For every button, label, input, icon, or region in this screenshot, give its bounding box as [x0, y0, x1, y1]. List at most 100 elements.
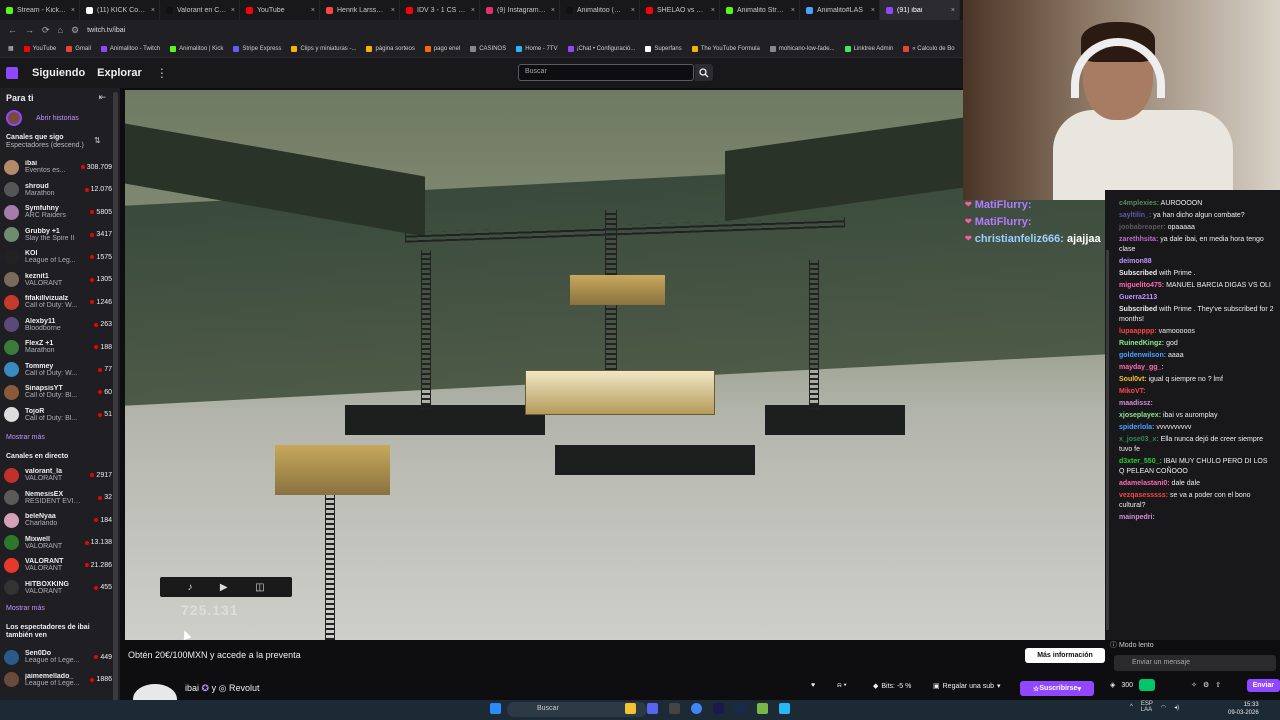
avatar[interactable]: [4, 159, 19, 175]
chat-username[interactable]: deimon88: [1119, 258, 1152, 265]
sidebar-item-live[interactable]: NemesisEX RESIDENT EVIL... 32: [4, 487, 116, 509]
sidebar-item-followed[interactable]: Tommey Call of Duty: W... 77: [4, 359, 116, 381]
bookmark-item[interactable]: ¡Chat • Configuració...: [567, 45, 635, 52]
close-icon[interactable]: ×: [951, 7, 955, 14]
browser-tab[interactable]: Animalito#LAS ×: [800, 0, 880, 20]
volume-icon[interactable]: ◂): [1174, 704, 1179, 711]
browser-tab[interactable]: YouTube ×: [240, 0, 320, 20]
sort-icon[interactable]: ⇅: [94, 136, 101, 145]
chat-username[interactable]: miguelito475:: [1119, 282, 1164, 289]
browser-tab[interactable]: Valorant en Chile ×: [160, 0, 240, 20]
chat-username[interactable]: spiderlola:: [1119, 424, 1154, 431]
chat-username[interactable]: Subscribed: [1119, 270, 1157, 277]
open-stories-link[interactable]: Abrir historias: [36, 115, 79, 122]
sidebar-item-followed[interactable]: ibai Eventos es... 308.709: [4, 156, 116, 178]
sidebar-item-live[interactable]: HITBOXKING VALORANT 455: [4, 577, 116, 599]
predictions-icon[interactable]: [1139, 679, 1156, 691]
chat-username[interactable]: maadissz:: [1119, 400, 1153, 407]
gift-sub-button[interactable]: ▣ Regalar una sub ▾: [933, 682, 1001, 691]
chat-username[interactable]: Soul0vt:: [1119, 376, 1147, 383]
sidebar-item-live[interactable]: beleNyaa Charlando 184: [4, 509, 116, 531]
avatar[interactable]: [4, 407, 19, 422]
bookmark-item[interactable]: Home - 7TV: [516, 45, 558, 52]
chat-username[interactable]: sayltilin_:: [1119, 212, 1151, 219]
notifications-icon[interactable]: ⍾ ▾: [837, 682, 847, 690]
sidebar-item-live[interactable]: VALORANT VALORANT 21.286: [4, 554, 116, 576]
bits-button[interactable]: ◆ Bits: -5 %: [873, 682, 911, 691]
app-icon[interactable]: [757, 703, 768, 714]
sidebar-item-followed[interactable]: shroud Marathon 12.076: [4, 179, 116, 201]
site-info-icon[interactable]: ⚙: [71, 25, 79, 36]
browser-tab[interactable]: IDV 3 - 1 CS Mu ×: [400, 0, 480, 20]
sidebar-item-followed[interactable]: TojoR Call of Duty: Bl... 51: [4, 404, 116, 426]
browser-tab[interactable]: (91) ibai ×: [880, 0, 960, 20]
avatar[interactable]: [4, 535, 19, 550]
twitch-logo-icon[interactable]: [6, 67, 18, 79]
points-icon[interactable]: ◈: [1110, 681, 1115, 689]
sidebar-item-followed[interactable]: Symfuhny ARC Raiders 5805: [4, 201, 116, 223]
viewer-list-icon[interactable]: ⇧: [1215, 681, 1221, 689]
sponsor-name[interactable]: Revolut: [229, 683, 260, 693]
bookmark-item[interactable]: Animalitoo - Twitch: [100, 45, 160, 52]
bookmark-item[interactable]: página sorteos: [366, 45, 415, 52]
avatar[interactable]: [4, 294, 19, 310]
channel-name[interactable]: ibai: [185, 683, 199, 693]
bookmark-item[interactable]: Stripe Express: [233, 45, 281, 52]
search-button[interactable]: [695, 64, 713, 81]
sidebar-item-followed[interactable]: Grubby +1 Slay the Spire II 3417: [4, 224, 116, 246]
show-more-live[interactable]: Mostrar más: [6, 605, 45, 612]
sidebar-item-followed[interactable]: keznit1 VALORANT 1305: [4, 269, 116, 291]
avatar[interactable]: [4, 317, 19, 332]
avatar[interactable]: [4, 384, 19, 400]
url-text[interactable]: twitch.tv/ibai: [87, 27, 125, 34]
chat-username[interactable]: zarethhsita:: [1119, 236, 1158, 243]
avatar[interactable]: [4, 580, 19, 595]
nav-following[interactable]: Siguiendo: [32, 67, 85, 79]
photoshop-icon[interactable]: [735, 703, 746, 714]
sidebar-item-followed[interactable]: KOI League of Leg... 1575: [4, 246, 116, 268]
bookmark-item[interactable]: mohicano-low-fade...: [769, 45, 835, 52]
sidebar-item-followed[interactable]: SinapsisYT Call of Duty: Bl... 60: [4, 381, 116, 403]
chat-scrollbar[interactable]: [1106, 250, 1109, 630]
avatar[interactable]: [4, 204, 19, 220]
sidebar-item-live[interactable]: valorant_la VALORANT 2917: [4, 464, 116, 486]
sidebar-item-followed[interactable]: fifakillvizualz Call of Duty: W... 1246: [4, 291, 116, 313]
back-icon[interactable]: ←: [8, 25, 17, 35]
browser-tab[interactable]: (9) Instagram • M ×: [480, 0, 560, 20]
browser-tab[interactable]: Animalito Stream ×: [720, 0, 800, 20]
avatar[interactable]: [4, 272, 19, 287]
app-icon[interactable]: [779, 703, 790, 714]
sidebar-item-followed[interactable]: FlexZ +1 Marathon 188: [4, 336, 116, 358]
close-icon[interactable]: ×: [631, 7, 635, 14]
chat-username[interactable]: joobabreaper:: [1119, 224, 1166, 231]
home-icon[interactable]: ⌂: [58, 25, 63, 35]
browser-tab[interactable]: Animalitoo (@an ×: [560, 0, 640, 20]
show-more-followed[interactable]: Mostrar más: [6, 434, 45, 441]
sidebar-item-followed[interactable]: Alexby11 Bloodborne 263: [4, 314, 116, 336]
chat-username[interactable]: lupaapppp:: [1119, 328, 1157, 335]
chat-username[interactable]: x_jose03_x:: [1119, 436, 1159, 443]
discord-icon[interactable]: [647, 703, 658, 714]
bookmark-item[interactable]: YouTube: [23, 45, 56, 52]
chat-username[interactable]: adamelastani0:: [1119, 480, 1170, 487]
avatar[interactable]: [4, 512, 19, 528]
more-options-icon[interactable]: ⋮: [156, 66, 168, 80]
more-info-button[interactable]: Más información: [1025, 648, 1105, 663]
close-icon[interactable]: ×: [71, 7, 75, 14]
apps-icon[interactable]: ▦: [8, 45, 14, 52]
sidebar-item-suggested[interactable]: Sen0Do League of Lege... 449: [4, 646, 116, 668]
close-icon[interactable]: ×: [311, 7, 315, 14]
avatar[interactable]: [4, 249, 19, 265]
close-icon[interactable]: ×: [391, 7, 395, 14]
bookmark-item[interactable]: Clips y miniaturas -...: [291, 45, 356, 52]
bookmark-item[interactable]: « Calculo de Bo: [903, 45, 955, 52]
premiere-icon[interactable]: [713, 703, 724, 714]
chat-username[interactable]: MikoVT:: [1119, 388, 1145, 395]
bookmark-item[interactable]: Gmail: [66, 45, 91, 52]
wifi-icon[interactable]: ◠: [1161, 704, 1166, 711]
avatar[interactable]: [4, 362, 19, 377]
avatar[interactable]: [4, 649, 19, 665]
subscribe-button[interactable]: ☆ Suscribirse ▾: [1020, 681, 1094, 696]
chat-username[interactable]: xjoseplayex:: [1119, 412, 1161, 419]
bookmark-item[interactable]: CASINOS: [470, 45, 506, 52]
